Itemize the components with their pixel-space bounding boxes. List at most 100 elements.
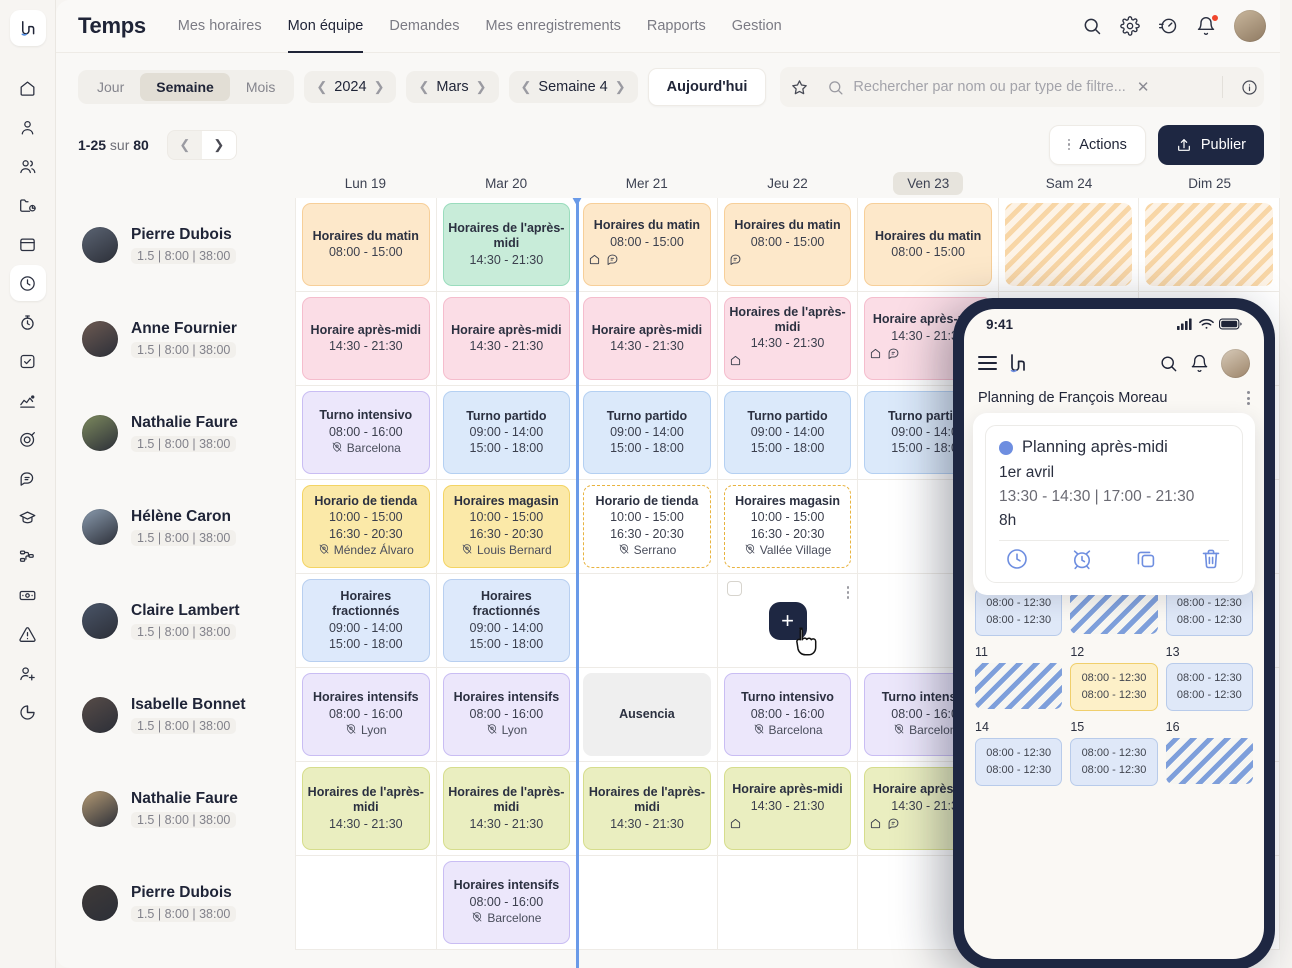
next-year-icon[interactable]: ❯ [374, 79, 385, 95]
shift-block[interactable]: Horario de tienda 10:00 - 15:00 16:30 - 20… [583, 485, 711, 568]
schedule-cell[interactable]: Horaires de l'après-midi 14:30 - 21:30 [295, 762, 436, 856]
schedule-cell[interactable]: Horaire après-midi 14:30 - 21:30 [716, 762, 858, 856]
schedule-cell[interactable] [716, 856, 858, 950]
gear-icon[interactable] [1120, 16, 1140, 36]
shift-block[interactable]: Horaires du matin 08:00 - 15:00 [302, 203, 430, 286]
nav-tab-4[interactable]: Rapports [647, 0, 706, 53]
schedule-cell[interactable]: Horaires intensifs 08:00 - 16:00 Lyon [435, 668, 577, 762]
mini-cal-cell[interactable]: 12 08:00 - 12:30 08:00 - 12:30 [1070, 645, 1158, 712]
pager-next[interactable]: ❯ [201, 130, 236, 159]
mini-shift-block[interactable]: 08:00 - 12:30 08:00 - 12:30 [1165, 663, 1253, 712]
rail-item-workflow[interactable] [10, 538, 46, 574]
schedule-cell[interactable]: Horaires fractionnés 09:00 - 14:00 15:00 -… [295, 574, 436, 668]
shift-block[interactable]: Horaires fractionnés 09:00 - 14:00 15:00 -… [302, 579, 430, 662]
hamburger-menu-icon[interactable] [978, 356, 997, 370]
mini-cal-cell[interactable]: 14 08:00 - 12:30 08:00 - 12:30 [975, 720, 1063, 787]
shift-block[interactable]: Horaires magasin 10:00 - 15:00 16:30 - 20:… [723, 485, 852, 568]
schedule-cell[interactable]: Horaires intensifs 08:00 - 16:00 Lyon [295, 668, 436, 762]
schedule-cell[interactable] [576, 574, 717, 668]
schedule-cell[interactable]: Horaires du matin 08:00 - 15:00 [295, 198, 436, 292]
mini-cal-cell[interactable]: 11 [975, 645, 1063, 711]
person-row[interactable]: Hélène Caron 1.5 | 8:00 | 38:00 [72, 480, 295, 574]
shift-block[interactable]: Horaire après-midi 14:30 - 21:30 [723, 767, 852, 850]
rail-item-tasks[interactable] [10, 343, 46, 379]
shift-block[interactable]: Turno partido 09:00 - 14:00 15:00 - 18:00 [723, 391, 852, 474]
shift-block[interactable]: Horaire après-midi 14:30 - 21:30 [302, 297, 430, 380]
schedule-cell[interactable]: Horaires de l'après-midi 14:30 - 21:30 [576, 762, 717, 856]
favorite-star-icon[interactable] [790, 78, 809, 97]
alarm-icon[interactable] [1070, 547, 1094, 571]
next-week-icon[interactable]: ❯ [615, 79, 626, 95]
mini-cal-cell[interactable]: 16 [1165, 720, 1253, 786]
prev-month-icon[interactable]: ❮ [418, 79, 429, 95]
schedule-cell[interactable] [576, 856, 717, 950]
shift-block[interactable]: Turno partido 09:00 - 14:00 15:00 - 18:00 [442, 391, 571, 474]
phone-avatar[interactable] [1221, 348, 1250, 378]
person-row[interactable]: Nathalie Faure 1.5 | 8:00 | 38:00 [72, 386, 295, 480]
shift-block[interactable]: Horaires de l'après-midi 14:30 - 21:30 [442, 767, 571, 850]
shift-block[interactable]: Horaires du matin 08:00 - 15:00 [864, 203, 992, 286]
bell-icon[interactable] [1196, 14, 1219, 36]
phone-kebab-icon[interactable] [1247, 391, 1250, 405]
person-row[interactable]: Pierre Dubois 1.5 | 8:00 | 38:00 [72, 856, 295, 950]
shift-block[interactable]: Horaires intensifs 08:00 - 16:00 Barcelone [442, 861, 571, 944]
phone-bell-icon[interactable] [1190, 354, 1209, 373]
view-mode-0[interactable]: Jour [81, 73, 140, 101]
schedule-cell[interactable]: Horaires de l'après-midi 14:30 - 21:30 [435, 198, 577, 292]
mini-cal-cell[interactable]: 13 08:00 - 12:30 08:00 - 12:30 [1165, 645, 1253, 712]
info-icon[interactable] [1241, 79, 1258, 96]
week-stepper[interactable]: ❮ Semaine 4 ❯ [508, 71, 638, 103]
mini-shift-block[interactable]: 08:00 - 12:30 08:00 - 12:30 [1070, 738, 1158, 787]
shift-block[interactable]: Horaires magasin 10:00 - 15:00 16:30 - 20:… [442, 485, 571, 568]
schedule-cell[interactable]: Horaires magasin 10:00 - 15:00 16:30 - 20:… [435, 480, 577, 574]
rail-item-home[interactable] [10, 70, 46, 106]
publish-button[interactable]: Publier [1157, 124, 1264, 165]
person-row[interactable]: Nathalie Faure 1.5 | 8:00 | 38:00 [72, 762, 295, 856]
shift-block[interactable]: Turno intensivo 08:00 - 16:00 Barcelona [723, 673, 852, 756]
schedule-cell[interactable]: + [716, 574, 858, 668]
schedule-cell[interactable]: Horaires magasin 10:00 - 15:00 16:30 - 20:… [716, 480, 858, 574]
copy-icon[interactable] [1134, 547, 1158, 571]
schedule-cell[interactable]: Horaires du matin 08:00 - 15:00 [576, 198, 717, 292]
shift-block[interactable]: Horaires de l'après-midi 14:30 - 21:30 [302, 767, 430, 850]
person-row[interactable]: Claire Lambert 1.5 | 8:00 | 38:00 [72, 574, 295, 668]
nav-tab-0[interactable]: Mes horaires [178, 0, 262, 53]
view-mode-2[interactable]: Mois [230, 73, 292, 101]
schedule-cell[interactable] [295, 856, 436, 950]
rail-item-logo[interactable] [9, 10, 46, 46]
schedule-cell[interactable]: Horaires de l'après-midi 14:30 - 21:30 [435, 762, 577, 856]
rail-item-chat[interactable] [10, 460, 46, 496]
shift-block[interactable]: Horaires de l'après-midi 14:30 - 21:30 [723, 297, 852, 380]
pager-prev[interactable]: ❮ [168, 131, 202, 159]
shift-block[interactable]: Horaire après-midi 14:30 - 21:30 [583, 297, 711, 380]
shift-block[interactable]: Ausencia [583, 673, 711, 756]
nav-tab-2[interactable]: Demandes [389, 0, 459, 53]
shift-block[interactable]: Horaires intensifs 08:00 - 16:00 Lyon [302, 673, 430, 756]
shift-block[interactable]: Horaires de l'après-midi 14:30 - 21:30 [583, 767, 711, 850]
search-icon[interactable] [1082, 16, 1102, 36]
rail-item-alerts[interactable] [10, 616, 46, 652]
prev-year-icon[interactable]: ❮ [316, 79, 327, 95]
shift-block[interactable]: Horario de tienda 10:00 - 15:00 16:30 - 20… [302, 485, 430, 568]
person-row[interactable]: Anne Fournier 1.5 | 8:00 | 38:00 [72, 292, 295, 386]
view-mode-switch[interactable]: Jour Semaine Mois [78, 70, 295, 104]
pager[interactable]: ❮ ❯ [166, 129, 237, 160]
schedule-cell[interactable]: Horaires intensifs 08:00 - 16:00 Barcelone [435, 856, 577, 950]
schedule-cell[interactable]: Horaires du matin 08:00 - 15:00 [716, 198, 858, 292]
rail-item-stopwatch[interactable] [10, 304, 46, 340]
cell-kebab-icon[interactable] [846, 586, 850, 599]
trash-icon[interactable] [1199, 547, 1223, 571]
schedule-cell[interactable]: Horario de tienda 10:00 - 15:00 16:30 - 20… [295, 480, 436, 574]
shift-block[interactable]: Horaires fractionnés 09:00 - 14:00 15:00 -… [442, 579, 571, 662]
mini-shift-block[interactable]: 08:00 - 12:30 08:00 - 12:30 [975, 738, 1063, 787]
shift-block[interactable]: Horaires du matin 08:00 - 15:00 [723, 203, 852, 286]
schedule-cell[interactable]: Horaires fractionnés 09:00 - 14:00 15:00 -… [435, 574, 577, 668]
shift-block[interactable]: Turno intensivo 08:00 - 16:00 Barcelona [302, 391, 430, 474]
rail-item-target[interactable] [10, 421, 46, 457]
speedometer-icon[interactable] [1158, 16, 1178, 36]
schedule-cell[interactable]: Horario de tienda 10:00 - 15:00 16:30 - 20… [576, 480, 717, 574]
month-stepper[interactable]: ❮ Mars ❯ [406, 71, 499, 103]
schedule-cell[interactable]: Turno intensivo 08:00 - 16:00 Barcelona [295, 386, 436, 480]
rail-item-folder[interactable] [10, 187, 46, 223]
today-button[interactable]: Aujourd'hui [647, 68, 767, 106]
